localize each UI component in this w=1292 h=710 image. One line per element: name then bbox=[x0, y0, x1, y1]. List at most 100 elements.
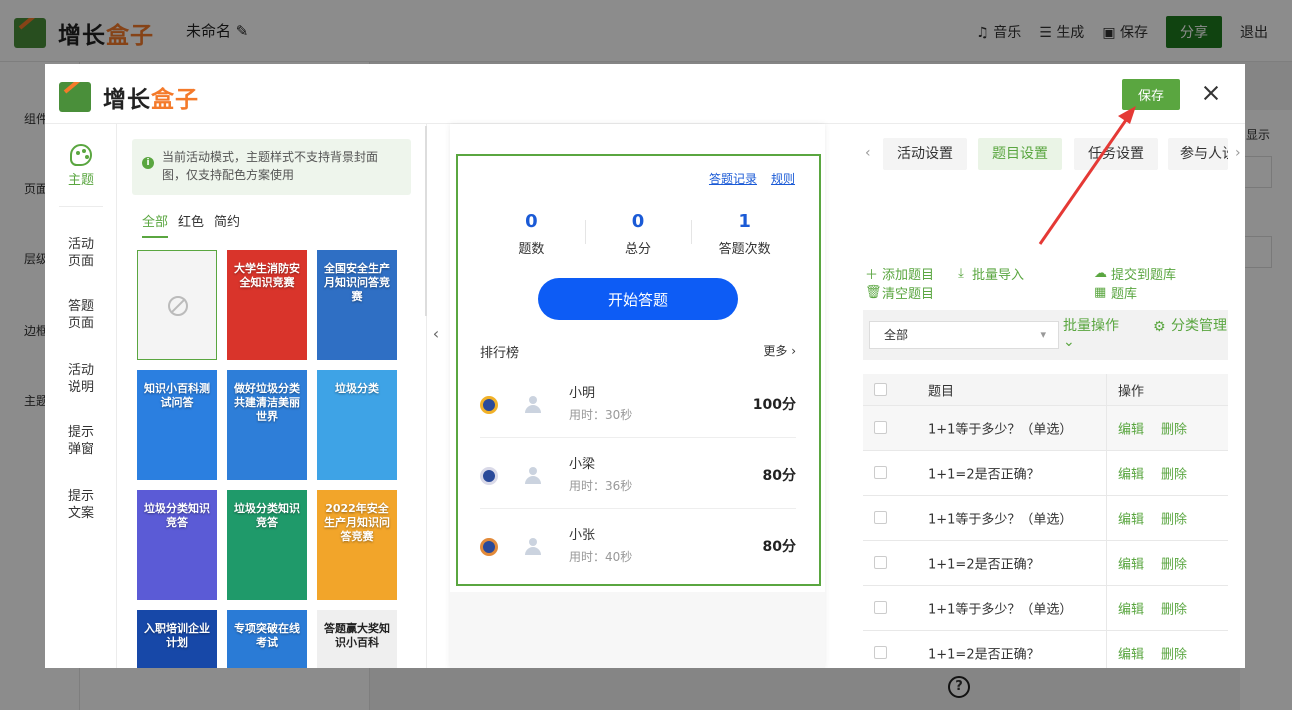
delete-button[interactable]: 删除 bbox=[1161, 599, 1187, 618]
theme-thumbnail[interactable]: 大学生消防安全知识竞赛 bbox=[227, 250, 307, 360]
plus-icon: ＋ bbox=[865, 268, 879, 283]
mode-notice: i 当前活动模式，主题样式不支持背景封面图，仅支持配色方案使用 bbox=[132, 139, 411, 195]
more-link[interactable]: 更多 › bbox=[763, 342, 796, 359]
delete-button[interactable]: 删除 bbox=[1161, 419, 1187, 438]
add-question-button[interactable]: ＋添加题目 bbox=[865, 264, 934, 283]
delete-button[interactable]: 删除 bbox=[1161, 509, 1187, 528]
tab-participant-settings[interactable]: 参与人设 bbox=[1168, 138, 1228, 170]
answer-record-link[interactable]: 答题记录 bbox=[709, 170, 757, 187]
edit-button[interactable]: 编辑 bbox=[1118, 419, 1144, 438]
edit-button[interactable]: 编辑 bbox=[1118, 464, 1144, 483]
start-quiz-button[interactable]: 开始答题 bbox=[538, 278, 738, 320]
medal-icon bbox=[480, 396, 498, 414]
row-checkbox[interactable] bbox=[874, 421, 887, 434]
leaderboard-title: 排行榜 bbox=[480, 346, 520, 361]
filter-tab-red[interactable]: 红色 bbox=[178, 211, 204, 238]
question-bank-button[interactable]: ▦ 题库 bbox=[1094, 283, 1137, 302]
modal-save-button[interactable]: 保存 bbox=[1122, 79, 1180, 110]
theme-title: 垃圾分类 bbox=[335, 382, 379, 395]
delete-button[interactable]: 删除 bbox=[1161, 644, 1187, 663]
chevron-down-icon: ▾ bbox=[1040, 328, 1046, 341]
chevron-down-icon: ⌄ bbox=[1063, 334, 1075, 350]
tab-question-settings[interactable]: 题目设置 bbox=[978, 138, 1062, 170]
question-title: 1+1=2是否正确？ bbox=[928, 467, 1040, 483]
medal-icon bbox=[480, 467, 498, 485]
vtab-activity-page[interactable]: 活动 页面 bbox=[45, 236, 117, 270]
filter-tab-all[interactable]: 全部 bbox=[142, 211, 169, 238]
table-body: 1+1等于多少？（单选） 编辑 删除 1+1=2是否正确？ 编辑 删除 1+1等于多少？（单… bbox=[863, 406, 1228, 668]
table-row: 1+1=2是否正确？ 编辑 删除 bbox=[863, 631, 1228, 668]
leaderboard-row: 小明 用时：30秒 100分 bbox=[480, 368, 796, 438]
row-checkbox[interactable] bbox=[874, 466, 887, 479]
player-time: 用时：30秒 bbox=[569, 408, 633, 422]
theme-thumbnail[interactable]: 专项突破在线考试 bbox=[227, 610, 307, 668]
theme-title: 大学生消防安全知识竞赛 bbox=[234, 262, 300, 289]
row-checkbox[interactable] bbox=[874, 556, 887, 569]
tab-task-settings[interactable]: 任务设置 bbox=[1074, 138, 1158, 170]
quiz-stats: 0 题数 0 总分 1 答题次数 bbox=[478, 210, 798, 257]
theme-title: 垃圾分类知识竞答 bbox=[144, 502, 210, 529]
theme-scrollbar[interactable] bbox=[425, 126, 427, 316]
theme-title: 知识小百科测试问答 bbox=[144, 382, 210, 409]
edit-button[interactable]: 编辑 bbox=[1118, 554, 1144, 573]
cloud-upload-icon: ☁ bbox=[1094, 266, 1107, 281]
chevron-left-icon[interactable]: ‹ bbox=[865, 145, 871, 161]
vtab-theme[interactable]: 主题 bbox=[45, 144, 117, 189]
question-title: 1+1等于多少？（单选） bbox=[928, 602, 1073, 618]
row-checkbox[interactable] bbox=[874, 646, 887, 659]
theme-thumbnail[interactable]: 2022年安全生产月知识问答竞赛 bbox=[317, 490, 397, 600]
collapse-left-icon[interactable]: ‹ bbox=[427, 314, 445, 354]
chevron-right-icon[interactable]: › bbox=[1235, 145, 1241, 161]
edit-button[interactable]: 编辑 bbox=[1118, 509, 1144, 528]
theme-thumbnail[interactable]: 做好垃圾分类共建清洁美丽世界 bbox=[227, 370, 307, 480]
avatar bbox=[524, 396, 542, 414]
theme-thumbnail[interactable]: 垃圾分类 bbox=[317, 370, 397, 480]
category-management-button[interactable]: ⚙ 分类管理 bbox=[1153, 318, 1227, 335]
logo-icon bbox=[59, 82, 91, 112]
stat-question-count: 0 题数 bbox=[518, 211, 545, 257]
clear-questions-button[interactable]: 🗑 清空题目 bbox=[865, 283, 934, 302]
theme-title: 做好垃圾分类共建清洁美丽世界 bbox=[234, 382, 300, 423]
preview-selected-area[interactable]: 答题记录 规则 0 题数 0 总分 1 答题次数 开始答题 排行榜 更多 › 小… bbox=[456, 154, 821, 586]
select-all-checkbox[interactable] bbox=[874, 382, 887, 396]
vtab-prompt-popup[interactable]: 提示 弹窗 bbox=[45, 424, 117, 458]
batch-import-button[interactable]: ⤓ 批量导入 bbox=[955, 264, 1024, 283]
theme-title: 入职培训企业计划 bbox=[144, 622, 210, 649]
delete-button[interactable]: 删除 bbox=[1161, 554, 1187, 573]
theme-thumbnail[interactable]: 垃圾分类知识竞答 bbox=[227, 490, 307, 600]
rules-link[interactable]: 规则 bbox=[771, 170, 795, 187]
batch-operations-dropdown[interactable]: 批量操作 ⌄ bbox=[1063, 318, 1141, 350]
vertical-tabs: 主题 活动 页面 答题 页面 活动 说明 提示 弹窗 提示 文案 bbox=[45, 124, 117, 668]
theme-thumbnail[interactable]: 知识小百科测试问答 bbox=[137, 370, 217, 480]
avatar bbox=[524, 467, 542, 485]
theme-thumbnail[interactable]: 全国安全生产月知识问答竞赛 bbox=[317, 250, 397, 360]
avatar bbox=[524, 538, 542, 556]
filter-tab-simple[interactable]: 简约 bbox=[214, 211, 240, 238]
tab-activity-settings[interactable]: 活动设置 bbox=[883, 138, 967, 170]
player-name: 小梁 bbox=[569, 457, 596, 472]
player-name: 小张 bbox=[569, 528, 596, 543]
theme-thumbnail[interactable]: 答题赢大奖知识小百科 bbox=[317, 610, 397, 668]
theme-filter-tabs: 全部 红色 简约 bbox=[142, 211, 240, 238]
delete-button[interactable]: 删除 bbox=[1161, 464, 1187, 483]
grid-icon: ▦ bbox=[1094, 285, 1107, 300]
settings-panel: ‹ 活动设置 题目设置 任务设置 参与人设 › ＋添加题目 🗑清空题目 ⤓批量导… bbox=[849, 124, 1245, 668]
preview-footer bbox=[450, 592, 825, 668]
leaderboard-row: 小张 用时：40秒 80分 bbox=[480, 510, 796, 580]
edit-button[interactable]: 编辑 bbox=[1118, 644, 1144, 663]
vtab-prompt-text[interactable]: 提示 文案 bbox=[45, 488, 117, 522]
vtab-quiz-page[interactable]: 答题 页面 bbox=[45, 298, 117, 332]
row-checkbox[interactable] bbox=[874, 601, 887, 614]
theme-none-option[interactable] bbox=[137, 250, 217, 360]
close-icon[interactable] bbox=[1200, 82, 1222, 104]
theme-thumbnail[interactable]: 入职培训企业计划 bbox=[137, 610, 217, 668]
stat-total-score: 0 总分 bbox=[584, 210, 692, 257]
category-select[interactable]: 全部 ▾ bbox=[869, 321, 1059, 349]
submit-to-bank-button[interactable]: ☁ 提交到题库 bbox=[1094, 264, 1176, 283]
player-score: 80分 bbox=[762, 468, 796, 484]
edit-button[interactable]: 编辑 bbox=[1118, 599, 1144, 618]
row-checkbox[interactable] bbox=[874, 511, 887, 524]
theme-thumbnail[interactable]: 垃圾分类知识竞答 bbox=[137, 490, 217, 600]
vtab-activity-description[interactable]: 活动 说明 bbox=[45, 362, 117, 396]
table-row: 1+1=2是否正确？ 编辑 删除 bbox=[863, 541, 1228, 586]
